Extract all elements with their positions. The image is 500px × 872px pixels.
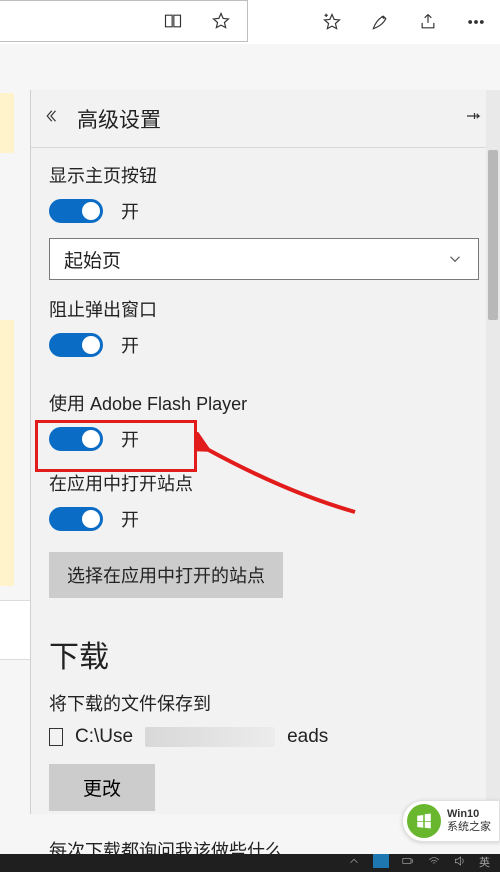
homepage-select-value: 起始页 xyxy=(64,246,121,273)
folder-icon xyxy=(49,728,63,746)
download-path-suffix: eads xyxy=(287,726,328,748)
panel-body: 显示主页按钮 开 起始页 阻止弹出窗口 开 使用 Adobe Flash Pla… xyxy=(31,148,500,863)
watermark-line1: Win10 xyxy=(447,808,491,821)
homepage-select[interactable]: 起始页 xyxy=(49,238,479,280)
panel-title: 高级设置 xyxy=(77,104,161,134)
ime-indicator[interactable]: 英 xyxy=(479,854,490,870)
favorite-star-icon[interactable] xyxy=(211,11,231,31)
page-sliver xyxy=(0,320,14,586)
toggle-state: 开 xyxy=(121,332,139,358)
show-home-label: 显示主页按钮 xyxy=(49,162,482,188)
more-icon[interactable] xyxy=(466,12,486,32)
watermark-line2: 系统之家 xyxy=(447,821,491,834)
toggle-state: 开 xyxy=(121,506,139,532)
notes-pen-icon[interactable] xyxy=(370,12,390,32)
panel-header: 高级设置 xyxy=(31,90,500,148)
windows-logo-icon xyxy=(407,804,441,838)
tray-app-icon[interactable] xyxy=(373,854,389,868)
back-chevron-icon[interactable] xyxy=(45,107,63,130)
flash-label: 使用 Adobe Flash Player xyxy=(49,390,482,416)
browser-toolbar xyxy=(0,0,500,44)
open-in-app-toggle[interactable] xyxy=(49,507,103,531)
toggle-state: 开 xyxy=(121,198,139,224)
tray-up-icon[interactable] xyxy=(347,854,361,868)
choose-sites-button[interactable]: 选择在应用中打开的站点 xyxy=(49,552,283,598)
reading-view-icon[interactable] xyxy=(163,11,183,31)
block-popups-label: 阻止弹出窗口 xyxy=(49,296,482,322)
change-path-button[interactable]: 更改 xyxy=(49,764,155,811)
wifi-icon[interactable] xyxy=(427,854,441,868)
toggle-state: 开 xyxy=(121,426,139,452)
scrollbar[interactable] xyxy=(486,90,500,814)
taskbar: 英 xyxy=(0,854,500,872)
open-in-app-label: 在应用中打开站点 xyxy=(49,470,482,496)
show-home-toggle[interactable] xyxy=(49,199,103,223)
save-to-label: 将下载的文件保存到 xyxy=(49,690,482,716)
share-icon[interactable] xyxy=(418,12,438,32)
block-popups-toggle[interactable] xyxy=(49,333,103,357)
address-bar[interactable] xyxy=(0,0,248,42)
pin-icon[interactable] xyxy=(464,107,482,130)
downloads-heading: 下载 xyxy=(49,632,482,676)
battery-icon[interactable] xyxy=(401,854,415,868)
download-path-prefix: C:\Use xyxy=(75,726,133,748)
download-path-row: C:\Use eads xyxy=(49,726,482,748)
scrollbar-thumb[interactable] xyxy=(488,150,498,320)
chevron-down-icon xyxy=(446,250,464,268)
advanced-settings-panel: 高级设置 显示主页按钮 开 起始页 阻止弹出窗口 开 使用 Adobe Flas… xyxy=(30,90,500,814)
redacted-path xyxy=(145,727,275,747)
page-sliver xyxy=(0,600,30,660)
flash-toggle[interactable] xyxy=(49,427,103,451)
add-favorite-icon[interactable] xyxy=(322,12,342,32)
watermark-badge: Win10 系统之家 xyxy=(402,800,500,842)
page-sliver xyxy=(0,93,14,153)
volume-icon[interactable] xyxy=(453,854,467,868)
